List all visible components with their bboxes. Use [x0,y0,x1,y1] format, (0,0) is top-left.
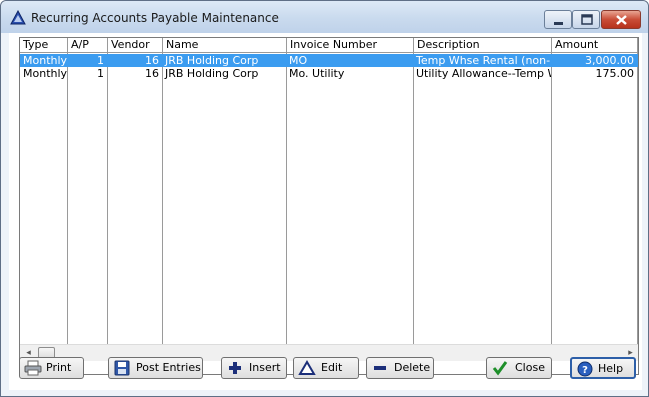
help-button[interactable]: ? Help [570,357,636,379]
print-button[interactable]: Print [19,357,84,379]
cell-type: Monthly [23,67,67,80]
cell-amount: 3,000.00 [585,54,634,67]
window-title: Recurring Accounts Payable Maintenance [31,11,279,25]
triangle-icon [298,360,316,375]
column-header-invoice-number[interactable]: Invoice Number [287,38,414,53]
grid-header: Type A/P Vendor Name Invoice Number Desc… [20,38,638,53]
cell-description: Utility Allowance--Temp Whs [416,67,551,80]
delta-triangle-icon [10,10,26,25]
title-bar[interactable]: Recurring Accounts Payable Maintenance [1,1,648,33]
insert-label: Insert [249,361,281,374]
minimize-icon [554,22,563,25]
close-window-button[interactable] [601,10,641,29]
cell-ap: 1 [97,67,104,80]
column-divider [413,53,414,344]
cell-name: JRB Holding Corp [165,54,259,67]
cell-vendor: 16 [145,54,159,67]
table-row[interactable]: Monthly 1 16 JRB Holding Corp MO Temp Wh… [20,54,638,67]
delete-button[interactable]: Delete [366,357,434,379]
floppy-disk-icon [114,360,130,376]
plus-icon [229,362,241,374]
column-header-amount[interactable]: Amount [552,38,638,53]
edit-button[interactable]: Edit [293,357,359,379]
help-label: Help [598,362,624,375]
column-divider [286,53,287,344]
cell-ap: 1 [97,54,104,67]
close-button[interactable]: Close [486,357,552,379]
maximize-icon [581,14,593,25]
post-entries-button[interactable]: Post Entries [108,357,203,379]
printer-icon [24,360,42,376]
column-divider [162,53,163,344]
column-header-description[interactable]: Description [414,38,552,53]
edit-label: Edit [321,361,343,374]
column-header-vendor[interactable]: Vendor [108,38,163,53]
print-label: Print [46,361,72,374]
cell-type: Monthly [23,54,67,67]
cell-amount: 175.00 [595,67,635,80]
delete-label: Delete [394,361,431,374]
svg-text:?: ? [582,365,588,376]
insert-button[interactable]: Insert [221,357,287,379]
cell-vendor: 16 [145,67,159,80]
column-divider [551,53,552,344]
maximize-button[interactable] [572,10,600,29]
minimize-button[interactable] [544,10,572,29]
client-area: Type A/P Vendor Name Invoice Number Desc… [9,33,642,390]
cell-invoice-number: Mo. Utility [289,67,345,80]
column-header-name[interactable]: Name [163,38,287,53]
cell-invoice-number: MO [289,54,308,67]
checkmark-icon [492,361,508,376]
cell-name: JRB Holding Corp [165,67,259,80]
recurring-ap-grid[interactable]: Type A/P Vendor Name Invoice Number Desc… [19,37,639,375]
close-icon [616,15,627,25]
cell-description: Temp Whse Rental (non-lea [416,54,551,67]
post-entries-label: Post Entries [136,361,201,374]
column-divider [107,53,108,344]
table-row[interactable]: Monthly 1 16 JRB Holding Corp Mo. Utilit… [20,67,638,80]
column-divider [637,53,638,344]
column-header-type[interactable]: Type [20,38,68,53]
column-header-ap[interactable]: A/P [68,38,108,53]
close-label: Close [515,361,545,374]
app-window: Recurring Accounts Payable Maintenance T… [0,0,649,397]
minus-icon [374,366,386,370]
column-divider [67,53,68,344]
help-icon: ? [577,361,593,377]
